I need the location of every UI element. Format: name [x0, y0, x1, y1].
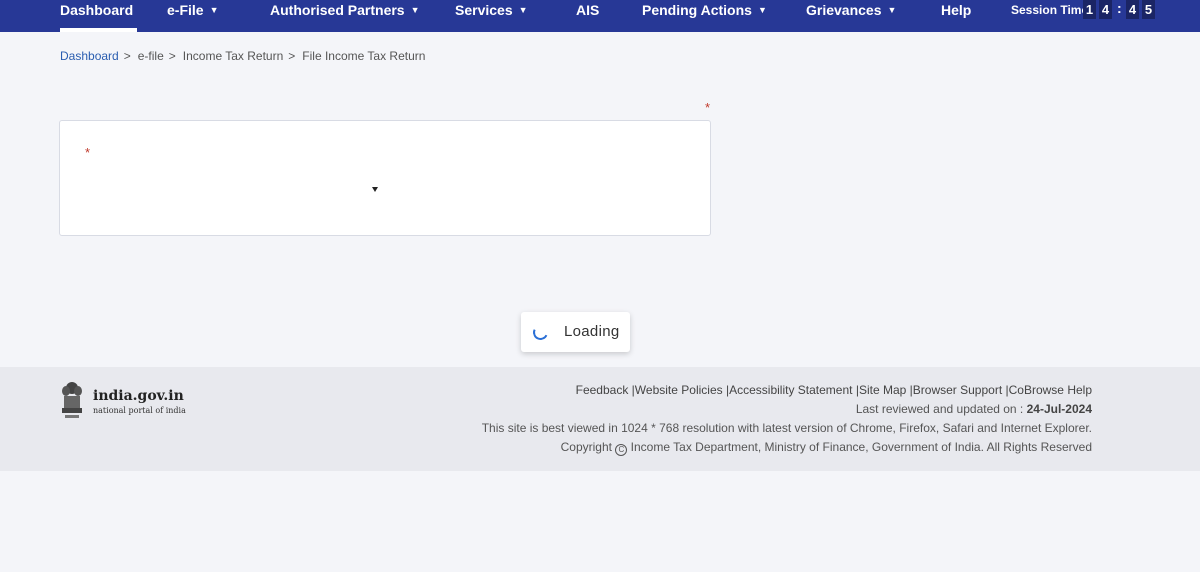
last-reviewed: Last reviewed and updated on : 24-Jul-20… [856, 402, 1092, 416]
india-gov-logo-subtitle: national portal of india [93, 406, 186, 415]
nav-label: e-File [167, 2, 204, 18]
last-reviewed-label: Last reviewed and updated on : [855, 402, 1024, 416]
chevron-down-icon: ▼ [518, 5, 528, 15]
nav-ais[interactable]: AIS [576, 0, 599, 32]
best-viewed-note: This site is best viewed in 1024 * 768 r… [481, 421, 1092, 435]
chevron-down-icon: ▼ [887, 5, 897, 15]
chevron-down-icon: ▼ [410, 5, 420, 15]
session-time-label: Session Time [1011, 3, 1089, 17]
footer-link-browser-support[interactable]: Browser Support [913, 383, 1002, 397]
breadcrumb-dashboard[interactable]: Dashboard [60, 49, 119, 63]
breadcrumb-separator: > [288, 49, 296, 63]
nav-label: Authorised Partners [270, 2, 405, 18]
nav-label: Help [941, 2, 972, 18]
chevron-down-icon: ▼ [209, 5, 219, 15]
session-colon: : [1117, 0, 1122, 16]
national-emblem-icon [62, 382, 82, 418]
breadcrumb-file-income-tax-return: File Income Tax Return [302, 49, 426, 63]
loading-indicator: Loading [521, 312, 630, 352]
breadcrumb-income-tax-return[interactable]: Income Tax Return [183, 49, 284, 63]
footer-links: Feedback |Website Policies |Accessibilit… [576, 383, 1092, 397]
required-marker: * [705, 100, 711, 115]
last-reviewed-date: 24-Jul-2024 [1026, 402, 1092, 416]
copyright-notice: Copyright C Income Tax Department, Minis… [561, 440, 1092, 456]
nav-label: Services [455, 2, 513, 18]
loading-spinner-icon [530, 322, 551, 343]
nav-services[interactable]: Services ▼ [455, 0, 528, 32]
top-navbar: Dashboard e-File ▼ Authorised Partners ▼ S… [0, 0, 1200, 32]
breadcrumb-separator: > [123, 49, 131, 63]
copyright-text: Income Tax Department, Ministry of Finan… [630, 440, 1092, 454]
nav-label: Pending Actions [642, 2, 752, 18]
session-digit: 1 [1083, 0, 1096, 19]
copyright-icon: C [615, 444, 628, 456]
chevron-down-icon: ▼ [757, 5, 767, 15]
nav-efile[interactable]: e-File ▼ [167, 0, 219, 32]
nav-dashboard[interactable]: Dashboard [60, 0, 138, 32]
required-marker: * [85, 145, 91, 160]
breadcrumb-efile[interactable]: e-file [138, 49, 164, 63]
nav-authorised-partners[interactable]: Authorised Partners ▼ [270, 0, 420, 32]
session-digit: 5 [1142, 0, 1155, 19]
copyright-label: Copyright [560, 440, 612, 454]
caret-down-icon[interactable] [372, 187, 378, 192]
footer-link-accessibility-statement[interactable]: Accessibility Statement [729, 383, 852, 397]
breadcrumb-separator: > [168, 49, 176, 63]
session-digit: 4 [1099, 0, 1112, 19]
footer-link-cobrowse-help[interactable]: CoBrowse Help [1009, 383, 1092, 397]
form-card: * [59, 120, 711, 236]
footer: india.gov.in national portal of india Fe… [0, 367, 1200, 471]
footer-link-feedback[interactable]: Feedback [576, 383, 629, 397]
nav-help[interactable]: Help [941, 0, 971, 32]
nav-label: Grievances [806, 2, 882, 18]
india-gov-logo-title[interactable]: india.gov.in [93, 388, 184, 404]
footer-link-website-policies[interactable]: Website Policies [635, 383, 723, 397]
nav-label: AIS [576, 2, 600, 18]
nav-label: Dashboard [60, 2, 134, 18]
loading-text: Loading [564, 323, 620, 340]
session-digit: 4 [1126, 0, 1139, 19]
footer-link-site-map[interactable]: Site Map [859, 383, 906, 397]
nav-pending-actions[interactable]: Pending Actions ▼ [642, 0, 767, 32]
nav-grievances[interactable]: Grievances ▼ [806, 0, 896, 32]
breadcrumb: Dashboard > e-file > Income Tax Return > File … [60, 49, 425, 63]
